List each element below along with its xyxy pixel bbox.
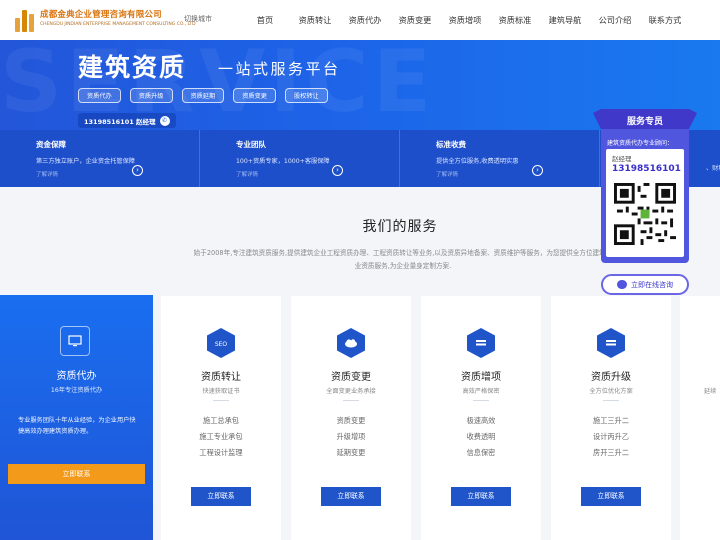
phone-icon: ✆ [159,115,170,126]
card-subtitle: 全方位优化方案 [589,388,633,395]
feature-desc: 100+资质专家，1000+客服保障 [236,158,330,165]
feature-item-team: 专业团队 100+资质专家，1000+客服保障 了解详情 › [200,130,400,187]
monitor-icon [60,326,90,356]
banner-tag-agency[interactable]: 资质代办 [78,88,121,103]
banner-phone-text: 13198516101 赵经理 [84,117,156,126]
service-agent-panel: 服务专员 建筑资质代办专业顾问： 赵经理 13198516101 [593,109,697,263]
services-desc: 始于2008年,专注建筑资质服务,提供建筑企业工程资质办理、工程资质转让等业务,… [193,249,613,270]
feature-item-funds: 资金保障 第三方独立账户，企业资金托管保障 了解详情 › [0,130,200,187]
feature-title: 专业团队 [236,140,266,149]
list-item: 延期变更 [336,448,366,457]
banner-tag-change[interactable]: 资质变更 [233,88,276,103]
banner-tag-upgrade[interactable]: 资质升级 [129,88,173,103]
banner-tag-equity[interactable]: 股权转让 [285,88,328,103]
card-subtitle: 全面变更业务承接 [326,388,376,395]
chevron-right-icon[interactable]: › [132,165,143,176]
agent-name: 赵经理 [612,155,632,163]
list-item: 极速高效 [466,416,496,425]
card-subtitle: 延续 [704,388,717,395]
feature-link[interactable]: 了解详情 [436,170,599,178]
contact-now-button[interactable]: 立即联系 [191,487,251,506]
divider [213,400,229,401]
feature-title: 资金保障 [36,140,66,149]
qr-code-icon [614,183,676,245]
card-subtitle: 高效严格保密 [462,388,500,395]
list-item: 施工总承包 [203,416,239,425]
banner-tag-extension[interactable]: 资质延期 [181,88,225,103]
nav-item-agency[interactable]: 资质代办 [340,14,390,26]
service-card-upgrade: 资质升级 全方位优化方案 施工三升二 设计丙升乙 房开三升二 立即联系 [551,296,671,540]
feature-link[interactable]: 了解详情 [236,170,399,178]
company-logo[interactable]: 成都金典企业管理咨询有限公司 CHENGDU JINDIAN ENTERPRIS… [14,6,196,32]
nav-item-contact[interactable]: 联系方式 [640,14,690,26]
nav-item-standard[interactable]: 资质标准 [490,14,540,26]
feature-title: 标准收费 [436,140,466,149]
site-header: 成都金典企业管理咨询有限公司 CHENGDU JINDIAN ENTERPRIS… [0,0,720,40]
list-item: 工程设计监理 [199,448,243,457]
seo-icon: SEO [207,328,235,358]
svg-text:SEO: SEO [215,341,228,348]
nav-item-addition[interactable]: 资质增项 [440,14,490,26]
cloud-icon [337,328,365,358]
banner-watermark-text: SERVICE [0,40,436,130]
contact-now-button[interactable]: 立即联系 [321,487,381,506]
banner-phone[interactable]: 13198516101 赵经理 ✆ [78,113,176,128]
card-title: 资质升级 [591,372,631,383]
online-consult-button[interactable]: 立即在线咨询 [601,274,689,295]
service-card-agency: 资质代办 16年专注资质代办 专业服务团队十年从业经验，为企业用户快捷高效办理建… [0,295,153,540]
feature-desc: 第三方独立账户，企业资金托管保障 [36,158,135,165]
list-item: 收费透明 [466,432,496,441]
card-title: 资质代办 [56,371,97,382]
stack-icon [467,328,495,358]
logo-mark [14,6,36,32]
banner-title: 建筑资质 [78,53,187,82]
service-card-transfer: SEO 资质转让 快速获取证书 施工总承包 施工专业承包 工程设计监理 立即联系 [161,296,281,540]
banner-tags: 资质代办 资质升级 资质延期 资质变更 股权转让 [78,88,337,103]
list-item: 设计丙升乙 [593,432,629,441]
chevron-right-icon[interactable]: › [532,165,543,176]
main-nav: 首页 资质转让 资质代办 资质变更 资质增项 资质标准 建筑导航 公司介绍 联系… [240,0,690,40]
logo-name-en: CHENGDU JINDIAN ENTERPRISE MANAGEMENT CO… [40,21,196,27]
card-title: 资质转让 [201,372,241,383]
nav-item-transfer[interactable]: 资质转让 [290,14,340,26]
nav-item-home[interactable]: 首页 [240,14,290,26]
service-card-addition: 资质增项 高效严格保密 极速高效 收费透明 信息保密 立即联系 [421,296,541,540]
contact-now-button[interactable]: 立即联系 [581,487,641,506]
nav-item-about[interactable]: 公司介绍 [590,14,640,26]
chat-icon [617,280,627,289]
list-item: 房开三升二 [593,448,629,457]
feature-link[interactable]: 了解详情 [36,170,199,178]
feature-desc: 提供全方位服务,收费透明实惠 [436,158,519,165]
card-title: 资质变更 [331,372,371,383]
banner-subtitle: 一站式服务平台 [218,60,341,78]
list-item: 升级增项 [336,432,366,441]
card-desc: 专业服务团队十年从业经验，为企业用户快捷高效办理建筑资质办理。 [18,417,136,435]
contact-now-button[interactable]: 立即联系 [451,487,511,506]
panel-intro: 建筑资质代办专业顾问： [607,140,674,147]
panel-contact-box: 赵经理 13198516101 [606,149,684,257]
agent-phone[interactable]: 13198516101 [612,164,681,174]
service-card-change: 资质变更 全面变更业务承接 资质变更 升级增项 延期变更 立即联系 [291,296,411,540]
list-item: 资质变更 [336,416,366,425]
card-subtitle: 快速获取证书 [202,388,240,395]
service-card-partial: 延续 [680,296,720,540]
panel-title: 服务专员 [626,117,663,127]
logo-name-cn: 成都金典企业管理咨询有限公司 [40,10,162,20]
online-consult-label: 立即在线咨询 [631,280,673,289]
list-item: 信息保密 [466,448,496,457]
divider [473,400,489,401]
chevron-right-icon[interactable]: › [332,165,343,176]
stack-icon [597,328,625,358]
divider [603,400,619,401]
contact-now-button[interactable]: 立即联系 [8,464,145,484]
nav-item-change[interactable]: 资质变更 [390,14,440,26]
card-subtitle: 16年专注资质代办 [50,387,103,394]
card-title: 资质增项 [461,372,501,383]
divider [343,400,359,401]
list-item: 施工三升二 [593,416,629,425]
city-switch-link[interactable]: 切换城市 [184,14,212,24]
feature-item-pricing: 标准收费 提供全方位服务,收费透明实惠 了解详情 › [400,130,600,187]
nav-item-navigation[interactable]: 建筑导航 [540,14,590,26]
list-item: 施工专业承包 [199,432,243,441]
